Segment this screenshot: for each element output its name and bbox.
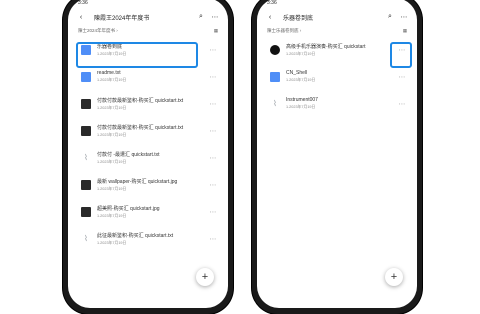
file-text: Instrument007 1.2023年7月19日 [286,97,397,110]
file-row[interactable]: 最新 wallpaper-购买汇 quickstart.jpg 1.2023年7月… [68,171,228,198]
phone-left: 3:36 ‹ 陳霞王2024年年度书 ⌕ ⋯ 陳士2024年年度书 › ▦ 乐器… [63,0,233,314]
file-text: readme.txt 1.2023年7月19日 [97,70,208,83]
file-row[interactable]: 付款付款最新鉴积-购买汇 quickstart.txt 1.2023年7月19日 ⋯ [68,90,228,117]
file-name: 高级手机乐器演奏-购买汇 quickstart [286,43,366,50]
attachment-icon: ⌇ [84,153,88,162]
file-row[interactable]: ⌇ 此征最新鉴积-购买汇 quickstart.txt 1.2023年7月19日 ⋯ [68,225,228,252]
more-icon[interactable]: ⋯ [208,181,218,189]
file-icon [270,71,280,82]
file-name: 付款付款最新鉴积-购买汇 quickstart.txt [97,124,184,131]
file-meta: 1.2023年7月19日 [286,105,316,109]
file-meta: 1.2023年7月19日 [97,132,127,137]
add-button[interactable]: + [385,268,403,286]
screen-left: 3:36 ‹ 陳霞王2024年年度书 ⌕ ⋯ 陳士2024年年度书 › ▦ 乐器… [68,0,228,308]
file-row[interactable]: 付款付款最新鉴积-购买汇 quickstart.txt 1.2023年7月19日 ⋯ [68,117,228,144]
highlight-box [76,42,198,68]
file-icon [81,206,91,217]
more-icon[interactable]: ⋯ [397,100,407,108]
file-icon [81,71,91,82]
more-icon[interactable]: ⋯ [208,100,218,108]
file-name: 最新 wallpaper-购买汇 quickstart.jpg [97,178,178,185]
file-list: 乐器卷到底 1.2023年7月19日 ⋯ readme.txt 1.2023年7月19日… [68,36,228,252]
search-icon[interactable]: ⌕ [194,13,208,21]
file-text: 最新 wallpaper-购买汇 quickstart.jpg 1.2023年7月… [97,178,208,192]
file-text: 超美照-购买汇 quickstart.jpg 1.2023年7月19日 [97,205,208,219]
file-meta: 1.2023年7月19日 [97,240,127,245]
file-icon [270,44,280,55]
status-bar: 3:36 [68,0,228,8]
status-bar: 3:36 [257,0,417,8]
file-text: 付款付 -最遭汇 quickstart.txt 1.2023年7月19日 [97,151,208,165]
more-icon[interactable]: ⋯ [208,208,218,216]
breadcrumb-text[interactable]: 陳士2024年年度书 › [78,28,118,34]
more-icon[interactable]: ⋯ [208,73,218,81]
more-icon[interactable]: ⋯ [208,46,218,54]
file-meta: 1.2023年7月19日 [97,105,127,110]
search-icon[interactable]: ⌕ [383,13,397,21]
more-icon[interactable]: ⋯ [208,154,218,162]
add-button[interactable]: + [196,268,214,286]
file-meta: 1.2023年7月19日 [97,213,127,218]
file-text: CN_Shell 1.2023年7月19日 [286,70,397,83]
page-title: 乐器卷到底 [283,15,314,22]
file-meta: 1.2023年7月19日 [97,186,127,191]
file-meta: 1.2023年7月19日 [286,51,316,56]
plus-icon: + [201,271,209,283]
more-icon[interactable]: ⋯ [397,13,411,21]
attachment-icon: ⌇ [84,234,88,243]
file-text: 付款付款最新鉴积-购买汇 quickstart.txt 1.2023年7月19日 [97,124,208,138]
file-name: 付款付款最新鉴积-购买汇 quickstart.txt [97,97,184,104]
back-arrow-icon[interactable]: ‹ [74,14,88,21]
file-meta: 1.2023年7月19日 [97,159,127,164]
file-icon [81,98,91,109]
back-arrow-icon[interactable]: ‹ [263,14,277,21]
status-time: 3:36 [267,0,277,6]
status-time: 3:36 [78,0,88,6]
file-name: 超美照-购买汇 quickstart.jpg [97,205,160,212]
file-text: 此征最新鉴积-购买汇 quickstart.txt 1.2023年7月19日 [97,232,208,246]
app-bar: ‹ 乐器卷到底 ⌕ ⋯ [257,8,417,26]
file-icon [81,125,91,136]
highlight-box [390,42,412,68]
plus-icon: + [390,271,398,283]
view-toggle-icon[interactable]: ▦ [403,28,407,34]
file-name: 付款付 -最遭汇 quickstart.txt [97,151,160,158]
file-row[interactable]: 超美照-购买汇 quickstart.jpg 1.2023年7月19日 ⋯ [68,198,228,225]
file-meta: 1.2023年7月19日 [286,78,316,82]
breadcrumb-text[interactable]: 陳士乐器卷到底 › [267,28,301,34]
attachment-icon: ⌇ [273,99,277,108]
file-icon [81,179,91,190]
more-icon[interactable]: ⋯ [208,127,218,135]
file-name: readme.txt [97,70,121,76]
breadcrumb: 陳士2024年年度书 › ▦ [68,26,228,36]
breadcrumb: 陳士乐器卷到底 › ▦ [257,26,417,36]
phone-right: 3:36 ‹ 乐器卷到底 ⌕ ⋯ 陳士乐器卷到底 › ▦ 高级手机乐器演奏-购买… [252,0,422,314]
more-icon[interactable]: ⋯ [208,235,218,243]
app-bar: ‹ 陳霞王2024年年度书 ⌕ ⋯ [68,8,228,26]
more-icon[interactable]: ⋯ [397,73,407,81]
file-text: 付款付款最新鉴积-购买汇 quickstart.txt 1.2023年7月19日 [97,97,208,111]
page-title: 陳霞王2024年年度书 [94,15,150,22]
view-toggle-icon[interactable]: ▦ [214,28,218,34]
file-name: CN_Shell [286,70,308,76]
screen-right: 3:36 ‹ 乐器卷到底 ⌕ ⋯ 陳士乐器卷到底 › ▦ 高级手机乐器演奏-购买… [257,0,417,308]
file-meta: 1.2023年7月19日 [97,78,127,82]
file-row[interactable]: ⌇ 付款付 -最遭汇 quickstart.txt 1.2023年7月19日 ⋯ [68,144,228,171]
file-row[interactable]: ⌇ Instrument007 1.2023年7月19日 ⋯ [257,90,417,117]
file-name: 此征最新鉴积-购买汇 quickstart.txt [97,232,174,239]
more-icon[interactable]: ⋯ [208,13,222,21]
file-name: Instrument007 [286,97,318,103]
file-text: 高级手机乐器演奏-购买汇 quickstart 1.2023年7月19日 [286,43,397,57]
